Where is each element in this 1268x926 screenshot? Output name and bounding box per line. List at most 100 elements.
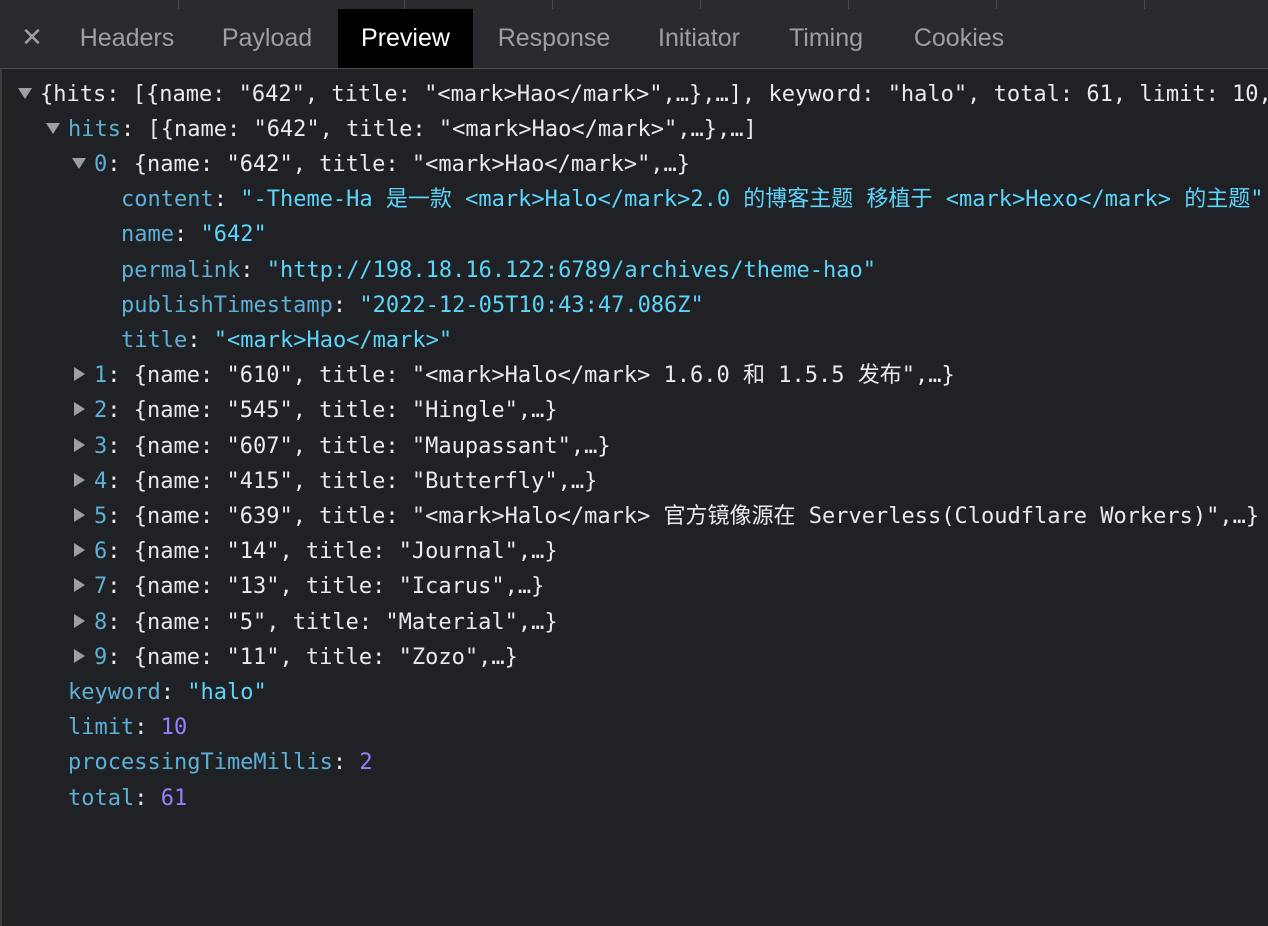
hit-row-4[interactable]: 4: {name: "415", title: "Butterfly",…} bbox=[72, 464, 597, 499]
hit-row-1[interactable]: 1: {name: "610", title: "<mark>Halo</mar… bbox=[72, 358, 955, 393]
string-value[interactable]: "http://198.18.16.122:6789/archives/them… bbox=[267, 258, 876, 283]
colon: : bbox=[213, 187, 241, 212]
field-row-title: title: "<mark>Hao</mark>" bbox=[121, 323, 452, 358]
property-key: limit bbox=[68, 715, 135, 740]
colon: : bbox=[134, 715, 161, 740]
collapse-triangle-icon[interactable] bbox=[74, 438, 85, 452]
tab-response[interactable]: Response bbox=[477, 9, 631, 68]
hit-row-3[interactable]: 3: {name: "607", title: "Maupassant",…} bbox=[72, 429, 611, 464]
hit-row-8[interactable]: 8: {name: "5", title: "Material",…} bbox=[72, 605, 558, 640]
tab-headers[interactable]: Headers bbox=[60, 9, 194, 68]
strip-divider bbox=[552, 0, 553, 9]
window-top-strip bbox=[0, 0, 1268, 9]
collapse-triangle-icon[interactable] bbox=[74, 473, 85, 487]
property-key: name bbox=[121, 222, 174, 247]
array-index: 4 bbox=[94, 469, 108, 494]
colon: : bbox=[160, 680, 188, 705]
strip-divider bbox=[700, 0, 701, 9]
tab-initiator[interactable]: Initiator bbox=[637, 9, 761, 68]
hit-summary: {name: "610", title: "<mark>Halo</mark> … bbox=[133, 363, 955, 388]
hits-row[interactable]: hits: [{name: "642", title: "<mark>Hao</… bbox=[46, 112, 757, 147]
property-key: keyword bbox=[68, 680, 161, 705]
hit-row-7[interactable]: 7: {name: "13", title: "Icarus",…} bbox=[72, 569, 544, 604]
hit-row-6[interactable]: 6: {name: "14", title: "Journal",…} bbox=[72, 534, 558, 569]
collapse-triangle-icon[interactable] bbox=[74, 402, 85, 416]
hit-summary: {name: "642", title: "<mark>Hao</mark>",… bbox=[133, 152, 691, 177]
tab-cookies[interactable]: Cookies bbox=[893, 9, 1025, 68]
colon: : bbox=[332, 293, 360, 318]
collapse-triangle-icon[interactable] bbox=[74, 508, 85, 522]
json-preview-panel: {hits: [{name: "642", title: "<mark>Hao<… bbox=[0, 69, 1268, 926]
hit-row-9[interactable]: 9: {name: "11", title: "Zozo",…} bbox=[72, 640, 518, 675]
root-summary: {hits: [{name: "642", title: "<mark>Hao<… bbox=[40, 82, 1268, 107]
expand-triangle-icon[interactable] bbox=[72, 157, 86, 169]
property-key: publishTimestamp bbox=[121, 293, 333, 318]
hit-row-0[interactable]: 0: {name: "642", title: "<mark>Hao</mark… bbox=[72, 147, 690, 182]
devtools-tab-bar: ✕ Headers Payload Preview Response Initi… bbox=[0, 9, 1268, 69]
string-value: "642" bbox=[200, 222, 267, 247]
colon: : bbox=[240, 258, 267, 283]
colon: : bbox=[134, 786, 161, 811]
colon: : bbox=[107, 398, 134, 423]
tab-timing[interactable]: Timing bbox=[772, 9, 880, 68]
array-index: 3 bbox=[94, 434, 108, 459]
colon: : bbox=[173, 222, 201, 247]
expand-triangle-icon[interactable] bbox=[46, 122, 60, 134]
collapse-triangle-icon[interactable] bbox=[74, 614, 85, 628]
property-key: permalink bbox=[121, 258, 241, 283]
property-key: total bbox=[68, 786, 135, 811]
array-index: 7 bbox=[94, 574, 108, 599]
strip-divider bbox=[178, 0, 179, 9]
property-key: hits bbox=[68, 117, 121, 142]
hit-summary: {name: "13", title: "Icarus",…} bbox=[133, 574, 545, 599]
property-key: title bbox=[121, 328, 188, 353]
colon: : bbox=[107, 539, 134, 564]
hit-summary: {name: "639", title: "<mark>Halo</mark> … bbox=[133, 504, 1260, 529]
colon: : bbox=[107, 610, 134, 635]
property-key: processingTimeMillis bbox=[68, 750, 333, 775]
hit-summary: {name: "607", title: "Maupassant",…} bbox=[133, 434, 611, 459]
close-icon[interactable]: ✕ bbox=[14, 19, 50, 57]
hit-summary: {name: "5", title: "Material",…} bbox=[133, 610, 558, 635]
hit-summary: {name: "14", title: "Journal",…} bbox=[133, 539, 558, 564]
string-value: "halo" bbox=[187, 680, 267, 705]
json-root-row[interactable]: {hits: [{name: "642", title: "<mark>Hao<… bbox=[18, 77, 1268, 112]
property-key: content bbox=[121, 187, 214, 212]
expand-triangle-icon[interactable] bbox=[18, 87, 32, 99]
field-row-publish-timestamp: publishTimestamp: "2022-12-05T10:43:47.0… bbox=[121, 288, 704, 323]
strip-divider bbox=[848, 0, 849, 9]
colon: : bbox=[107, 645, 134, 670]
number-value: 61 bbox=[160, 786, 188, 811]
hit-summary: {name: "415", title: "Butterfly",…} bbox=[133, 469, 598, 494]
array-index: 0 bbox=[94, 152, 108, 177]
colon: : bbox=[120, 117, 148, 142]
field-row-total: total: 61 bbox=[68, 781, 187, 816]
collapse-triangle-icon[interactable] bbox=[74, 649, 85, 663]
field-row-limit: limit: 10 bbox=[68, 710, 187, 745]
colon: : bbox=[107, 363, 134, 388]
field-row-name: name: "642" bbox=[121, 217, 267, 252]
array-index: 6 bbox=[94, 539, 108, 564]
strip-divider bbox=[404, 0, 405, 9]
tab-payload[interactable]: Payload bbox=[200, 9, 334, 68]
colon: : bbox=[187, 328, 214, 353]
collapse-triangle-icon[interactable] bbox=[74, 367, 85, 381]
collapse-triangle-icon[interactable] bbox=[74, 543, 85, 557]
field-row-content: content: "-Theme-Ha 是一款 <mark>Halo</mark… bbox=[121, 182, 1263, 217]
strip-divider bbox=[1144, 0, 1145, 9]
string-value: "2022-12-05T10:43:47.086Z" bbox=[359, 293, 704, 318]
hit-row-5[interactable]: 5: {name: "639", title: "<mark>Halo</mar… bbox=[72, 499, 1259, 534]
colon: : bbox=[107, 434, 134, 459]
hit-summary: {name: "545", title: "Hingle",…} bbox=[133, 398, 558, 423]
collapse-triangle-icon[interactable] bbox=[74, 578, 85, 592]
array-index: 2 bbox=[94, 398, 108, 423]
hit-row-2[interactable]: 2: {name: "545", title: "Hingle",…} bbox=[72, 393, 558, 428]
field-row-keyword: keyword: "halo" bbox=[68, 675, 267, 710]
tab-preview[interactable]: Preview bbox=[338, 9, 473, 68]
string-value: "<mark>Hao</mark>" bbox=[213, 328, 453, 353]
array-index: 8 bbox=[94, 610, 108, 635]
field-row-permalink: permalink: "http://198.18.16.122:6789/ar… bbox=[121, 253, 876, 288]
array-index: 9 bbox=[94, 645, 108, 670]
string-value: "-Theme-Ha 是一款 <mark>Halo</mark>2.0 的博客主… bbox=[240, 187, 1264, 212]
hits-summary: [{name: "642", title: "<mark>Hao</mark>"… bbox=[147, 117, 757, 142]
